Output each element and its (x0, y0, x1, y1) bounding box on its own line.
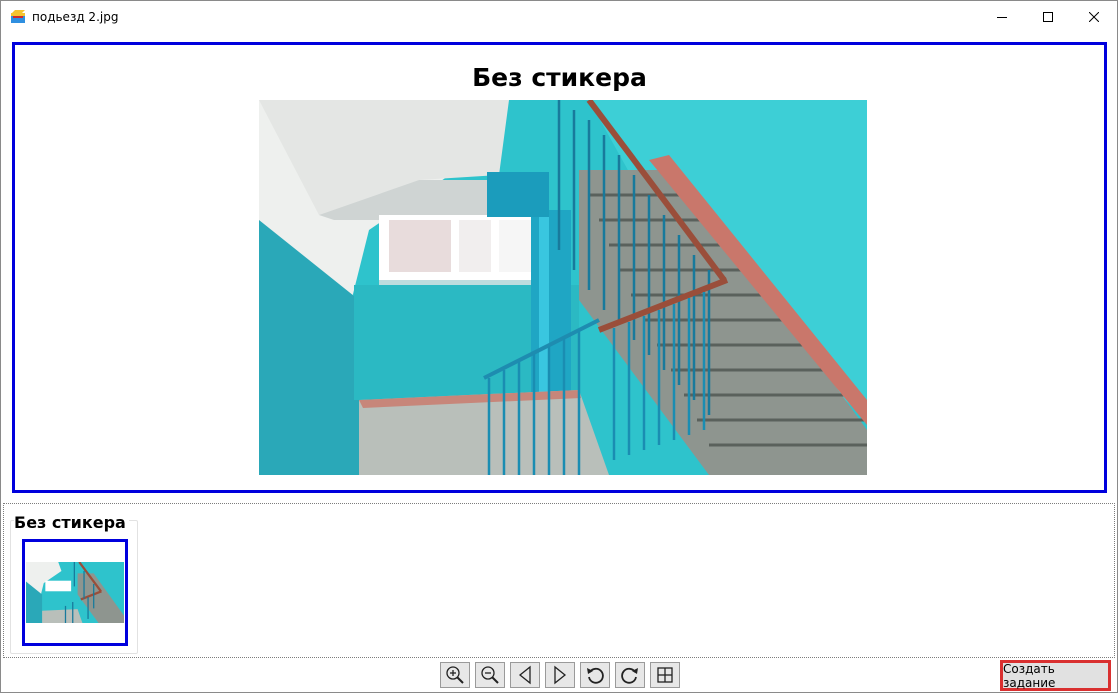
previous-button[interactable] (510, 662, 540, 688)
triangle-right-icon (554, 665, 567, 685)
app-icon (11, 10, 25, 23)
triangle-left-icon (518, 665, 531, 685)
rotate-right-button[interactable] (615, 662, 645, 688)
zoom-out-button[interactable] (475, 662, 505, 688)
maximize-icon (1043, 11, 1053, 22)
thumbnail-item[interactable] (22, 539, 128, 646)
thumbnail-group-label: Без стикера (14, 513, 129, 532)
zoom-in-button[interactable] (440, 662, 470, 688)
stairwell-photo (259, 100, 867, 475)
maximize-button[interactable] (1025, 1, 1071, 32)
image-viewer-window: подьезд 2.jpg Без стикера Без стикера Со… (0, 0, 1118, 693)
preview-heading: Без стикера (472, 63, 647, 92)
rotate-left-icon (587, 667, 604, 684)
close-icon (1089, 11, 1099, 22)
window-title: подьезд 2.jpg (32, 10, 119, 24)
minimize-icon (997, 16, 1007, 18)
zoom-in-icon (446, 666, 464, 684)
close-button[interactable] (1071, 1, 1117, 32)
create-task-label: Создать задание (1003, 661, 1056, 690)
create-task-button[interactable]: Создать задание (1000, 660, 1111, 691)
rotate-left-button[interactable] (580, 662, 610, 688)
rotate-right-icon (621, 667, 638, 684)
image-preview-panel: Без стикера (12, 42, 1107, 493)
thumbnail-strip: Без стикера (3, 503, 1115, 658)
fit-window-button[interactable] (650, 662, 680, 688)
title-bar: подьезд 2.jpg (1, 1, 1117, 32)
next-button[interactable] (545, 662, 575, 688)
zoom-out-icon (481, 666, 499, 684)
minimize-button[interactable] (979, 1, 1025, 32)
thumbnail-image (26, 562, 124, 623)
window-grid-icon (657, 667, 673, 683)
